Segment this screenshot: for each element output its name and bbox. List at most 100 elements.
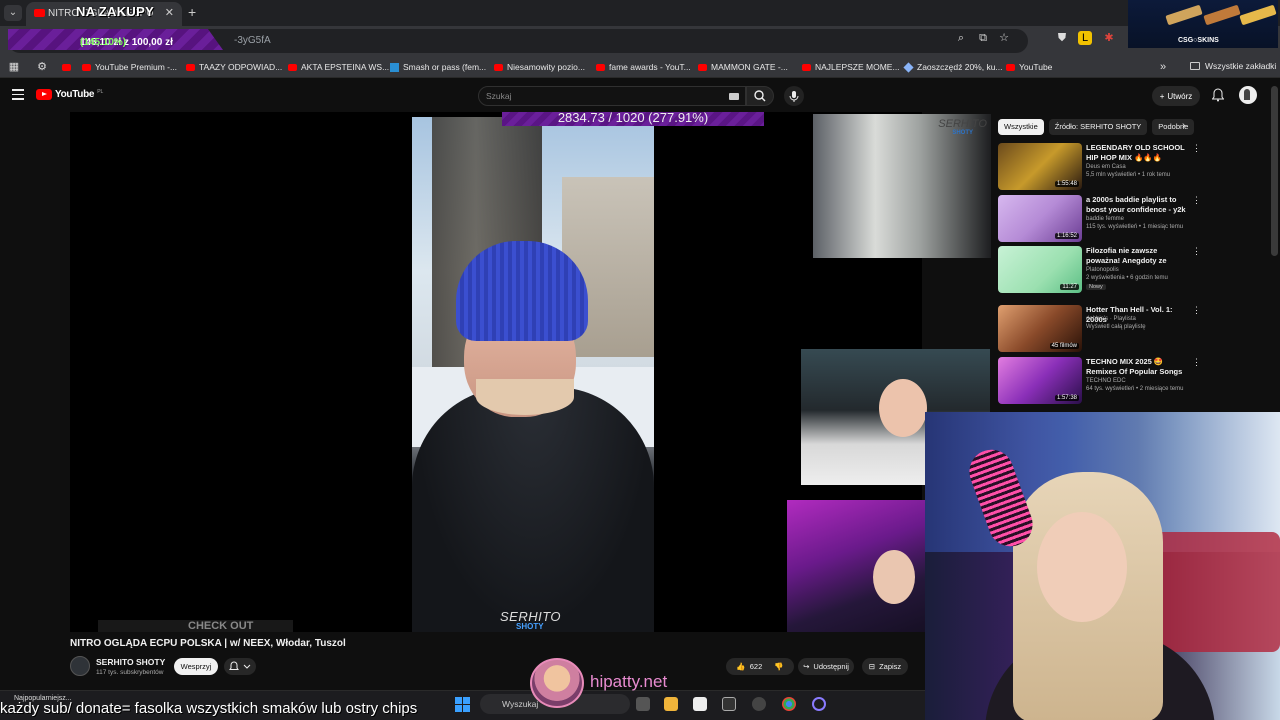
apps-grid-icon[interactable]: ▦ bbox=[7, 60, 21, 74]
rifle-skin-image bbox=[1239, 4, 1277, 26]
account-avatar[interactable] bbox=[1239, 86, 1257, 104]
recommended-video[interactable]: 1:55:48 LEGENDARY OLD SCHOOL HIP HOP MIX… bbox=[998, 143, 1201, 193]
region-code: PL bbox=[97, 88, 104, 95]
support-button[interactable]: Wesprzyj bbox=[174, 658, 218, 675]
bookmark-item[interactable]: Niesamowity pozio... bbox=[494, 61, 585, 73]
recommended-title[interactable]: TECHNO MIX 2025 🤩 Remixes Of Popular Son… bbox=[1086, 357, 1186, 377]
bookmark-item[interactable]: NAJLEPSZE MOME... bbox=[802, 61, 900, 73]
bookmark-item[interactable] bbox=[62, 61, 71, 73]
recommended-meta: 2 wyświetlenia • 6 godzin temu bbox=[1086, 275, 1168, 281]
recommended-video[interactable]: 1:57:38 TECHNO MIX 2025 🤩 Remixes Of Pop… bbox=[998, 357, 1201, 407]
bookmark-star-icon[interactable]: ☆ bbox=[997, 31, 1011, 45]
rifle-skin-image bbox=[1203, 4, 1241, 26]
more-options-icon[interactable]: ⋮ bbox=[1192, 305, 1201, 316]
bookmark-item[interactable]: YouTube Premium -... bbox=[82, 61, 177, 73]
view-playlist-link[interactable]: Wyświetl całą playlistę bbox=[1086, 324, 1146, 330]
playlist-thumbnail[interactable]: 45 filmów bbox=[998, 305, 1082, 352]
keyboard-icon[interactable] bbox=[729, 93, 739, 100]
chip-all[interactable]: Wszystkie bbox=[998, 119, 1044, 135]
settings-gear-icon[interactable]: ⚙ bbox=[35, 60, 49, 74]
more-options-icon[interactable]: ⋮ bbox=[1192, 143, 1201, 154]
rifle-skin-image bbox=[1165, 4, 1203, 26]
donation-ticker: każdy sub/ donate= fasolka wszystkich sm… bbox=[0, 700, 418, 717]
chips-next-chevron-icon[interactable]: › bbox=[1182, 120, 1185, 131]
more-options-icon[interactable]: ⋮ bbox=[1192, 246, 1201, 257]
thumbs-down-icon[interactable]: 👎 bbox=[774, 662, 783, 671]
close-tab-icon[interactable]: ✕ bbox=[165, 6, 174, 19]
video-thumbnail[interactable]: 1:55:48 bbox=[998, 143, 1082, 190]
recommended-video[interactable]: 1:16:52 a 2000s baddie playlist to boost… bbox=[998, 195, 1201, 245]
recommended-title[interactable]: a 2000s baddie playlist to boost your co… bbox=[1086, 195, 1186, 215]
youtube-icon bbox=[596, 63, 605, 71]
extension-l-icon[interactable]: L bbox=[1078, 31, 1092, 45]
create-label: Utwórz bbox=[1167, 91, 1193, 101]
video-thumbnail[interactable]: 1:57:38 bbox=[998, 357, 1082, 404]
recommended-title[interactable]: Filozofia nie zawsze poważna! Anegdoty z… bbox=[1086, 246, 1186, 266]
save-button[interactable]: ⊟ Zapisz bbox=[862, 658, 908, 675]
channel-name[interactable]: SERHITO SHOTY bbox=[96, 657, 165, 667]
extension-red-icon[interactable]: ✱ bbox=[1102, 31, 1116, 45]
store-icon[interactable] bbox=[693, 697, 707, 711]
bookmark-label: TAAZY ODPOWIAD... bbox=[199, 62, 283, 72]
bookmark-item[interactable]: AKTA EPSTEINA WS... bbox=[288, 61, 389, 73]
youtube-icon bbox=[802, 63, 811, 71]
new-badge: Nowy bbox=[1086, 284, 1106, 290]
search-input[interactable]: Szukaj bbox=[478, 86, 746, 106]
more-options-icon[interactable]: ⋮ bbox=[1192, 195, 1201, 206]
menu-icon[interactable] bbox=[12, 89, 24, 103]
recommended-title[interactable]: Hotter Than Hell - Vol. 1: 2000s bbox=[1086, 305, 1186, 325]
chrome-icon[interactable] bbox=[782, 697, 796, 711]
extension-icon[interactable]: ⛊ bbox=[1055, 31, 1069, 45]
like-dislike-group[interactable]: 👍 622 👎 bbox=[726, 658, 794, 675]
bookmark-item[interactable]: Smash or pass (fem... bbox=[390, 61, 486, 73]
voice-search-button[interactable] bbox=[784, 86, 804, 106]
more-bookmarks-chevron-icon[interactable]: » bbox=[1156, 60, 1170, 74]
notifications-bell-icon[interactable] bbox=[1212, 88, 1224, 102]
streamer-site-overlay: hipatty.net bbox=[530, 658, 680, 708]
create-button[interactable]: + Utwórz bbox=[1152, 86, 1200, 106]
bell-icon bbox=[229, 661, 251, 670]
new-tab-button[interactable]: + bbox=[188, 4, 196, 20]
bookmark-item[interactable]: YouTube bbox=[1006, 61, 1052, 73]
more-options-icon[interactable]: ⋮ bbox=[1192, 357, 1201, 368]
chip-source[interactable]: Źródło: SERHITO SHOTY bbox=[1048, 119, 1148, 135]
channel-avatar[interactable] bbox=[70, 656, 90, 676]
video-thumbnail[interactable]: 1:16:52 bbox=[998, 195, 1082, 242]
subscription-bell-button[interactable] bbox=[224, 658, 256, 675]
search-button[interactable] bbox=[746, 86, 774, 106]
youtube-logo[interactable]: YouTube PL bbox=[36, 89, 103, 100]
streamer-face bbox=[1037, 512, 1127, 622]
sponsor-banner: CSG○SKINS bbox=[1128, 0, 1278, 48]
tab-search-button[interactable]: ⌄ bbox=[4, 5, 22, 21]
bookmark-item[interactable]: Zaoszczędź 20%, ku... bbox=[903, 61, 1003, 73]
microphone-icon bbox=[789, 91, 799, 102]
search-placeholder: Szukaj bbox=[486, 91, 512, 101]
share-button[interactable]: ↪ Udostępnij bbox=[798, 658, 854, 675]
bookmark-item[interactable]: TAAZY ODPOWIAD... bbox=[186, 61, 282, 73]
youtube-masthead: YouTube PL Szukaj + Utwórz bbox=[0, 80, 1280, 110]
youtube-icon bbox=[494, 63, 503, 71]
bookmark-item[interactable]: fame awards - YouT... bbox=[596, 61, 691, 73]
obs-icon[interactable] bbox=[812, 697, 826, 711]
thumbs-up-icon[interactable]: 👍 bbox=[736, 662, 745, 671]
video-thumbnail[interactable]: 11:27 bbox=[998, 246, 1082, 293]
bookmark-label: YouTube Premium -... bbox=[95, 62, 178, 72]
recommended-video[interactable]: 11:27 Filozofia nie zawsze poważna! Aneg… bbox=[998, 246, 1201, 296]
zoom-icon[interactable]: ⌕ bbox=[954, 31, 968, 45]
like-count: 622 bbox=[749, 662, 763, 671]
bookmark-label: AKTA EPSTEINA WS... bbox=[301, 62, 390, 72]
bookmark-item[interactable]: MAMMON GATE -... bbox=[698, 61, 788, 73]
recommended-title[interactable]: LEGENDARY OLD SCHOOL HIP HOP MIX 🔥🔥🔥 Sno… bbox=[1086, 143, 1186, 163]
terminal-icon[interactable] bbox=[722, 697, 736, 711]
channel-watermark-sub: SHOTY bbox=[516, 622, 544, 631]
steam-icon[interactable] bbox=[752, 697, 766, 711]
chip-similar[interactable]: Podobne bbox=[1152, 119, 1195, 135]
recommended-meta: 64 tys. wyświetleń • 2 miesiące temu bbox=[1086, 386, 1184, 392]
bookmarks-bar: ▦ ⚙ YouTube Premium -... TAAZY ODPOWIAD.… bbox=[0, 56, 1280, 78]
all-bookmarks-folder[interactable]: Wszystkie zakładki bbox=[1190, 61, 1276, 71]
page-scrollbar[interactable] bbox=[1271, 86, 1278, 256]
bookmark-label: Smash or pass (fem... bbox=[403, 62, 487, 72]
cast-icon[interactable]: ⧉ bbox=[976, 31, 990, 45]
recommended-playlist[interactable]: 45 filmów Hotter Than Hell - Vol. 1: 200… bbox=[998, 305, 1201, 355]
duration-badge: 11:27 bbox=[1060, 284, 1079, 290]
